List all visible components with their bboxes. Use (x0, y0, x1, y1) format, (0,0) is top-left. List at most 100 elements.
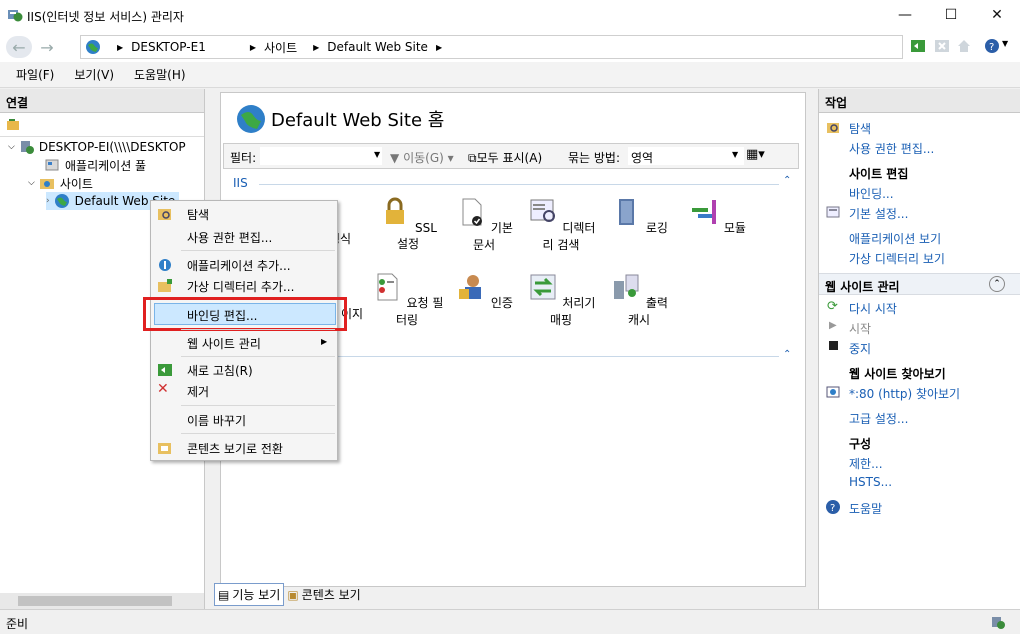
stop-icon[interactable] (934, 38, 950, 54)
connections-toolbar (0, 113, 204, 137)
breadcrumb-site[interactable]: Default Web Site (327, 40, 428, 54)
lock-icon (386, 197, 405, 224)
menu-view[interactable]: 보기(V) (74, 66, 114, 83)
actions-header: 작업 (819, 89, 1020, 113)
action-edit-permissions[interactable]: 사용 권한 편집... (849, 140, 934, 157)
ctx-switch-content-view[interactable]: 콘텐츠 보기로 전환 (187, 440, 283, 457)
ctx-manage-site[interactable]: 웹 사이트 관리 (187, 335, 261, 352)
collapse-icon[interactable]: ⌃ (783, 349, 791, 360)
group-by-select[interactable]: 영역 (628, 147, 744, 165)
collapse-icon[interactable]: ⌃ (989, 276, 1005, 292)
action-view-virtual-directories[interactable]: 가상 디렉터리 보기 (849, 250, 945, 267)
feature-logging[interactable]: 로깅 (604, 196, 674, 236)
request-filter-icon (377, 273, 398, 301)
show-all-button[interactable]: ⧉모두 표시(A) (468, 149, 542, 166)
features-view-icon: ▤ (218, 587, 230, 602)
svg-text:?: ? (989, 42, 994, 53)
chevron-down-icon[interactable]: ▼ (1002, 39, 1008, 48)
go-button[interactable]: ▼ 이동(G) ▾ (390, 149, 454, 166)
ctx-add-application[interactable]: 애플리케이션 추가... (187, 257, 291, 274)
action-explore[interactable]: 탐색 (849, 120, 871, 137)
submenu-arrow-icon: ▶ (321, 337, 328, 346)
ctx-refresh[interactable]: 새로 고침(R) (187, 362, 253, 379)
section-configure: 구성 (849, 437, 872, 451)
view-toggle-icon[interactable]: ▦▾ (746, 147, 765, 162)
action-browse-80[interactable]: *:80 (http) 찾아보기 (849, 385, 960, 402)
minimize-button[interactable]: — (882, 0, 928, 30)
refresh-icon[interactable] (910, 38, 926, 54)
section-browse: 웹 사이트 찾아보기 (849, 367, 946, 381)
menu-separator (181, 329, 335, 330)
address-bar: ← → ▶ DESKTOP-E1 ▶ 사이트 ▶ Default Web Site ▶ … (0, 30, 1020, 62)
chevron-right-icon: ▶ (117, 42, 124, 52)
tab-content-view[interactable]: ▣ 콘텐츠 보기 (284, 583, 363, 606)
ctx-explore[interactable]: 탐색 (187, 206, 209, 223)
output-cache-icon (614, 274, 639, 299)
chevron-down-icon[interactable]: ▼ (732, 150, 738, 159)
ctx-edit-permissions[interactable]: 사용 권한 편집... (187, 229, 272, 246)
chevron-down-icon[interactable]: ⌵ (28, 178, 35, 188)
action-help[interactable]: 도움말 (849, 500, 882, 517)
action-bindings[interactable]: 바인딩... (849, 185, 894, 202)
scrollbar-thumb[interactable] (18, 596, 172, 606)
menu-file[interactable]: 파일(F) (16, 66, 54, 83)
group-by-label: 묶는 방법: (568, 151, 621, 165)
chevron-right-icon[interactable]: › (46, 196, 50, 206)
tree-item-server[interactable]: ⌵ DESKTOP-EI(\\\\DESKTOP (8, 138, 186, 156)
content-view-icon (158, 443, 171, 454)
feature-default-document[interactable]: 기본 문서 (449, 196, 519, 253)
tab-features-view[interactable]: ▤ 기능 보기 (214, 583, 285, 606)
feature-output-caching[interactable]: 출력 캐시 (604, 271, 674, 328)
back-arrow-icon[interactable]: ← (6, 36, 32, 58)
action-hsts[interactable]: HSTS... (849, 475, 892, 489)
restart-icon: ⟳ (827, 299, 838, 314)
collapse-icon[interactable]: ⌃ (783, 175, 791, 186)
explore-icon (827, 123, 839, 133)
menu-help[interactable]: 도움말(H) (134, 66, 186, 83)
action-stop[interactable]: 중지 (849, 340, 871, 357)
stop-square-icon (829, 341, 838, 350)
chevron-down-icon[interactable]: ▼ (374, 150, 380, 159)
section-site-edit: 사이트 편집 (849, 167, 909, 181)
ctx-add-virtual-directory[interactable]: 가상 디렉터리 추가... (187, 278, 294, 295)
menu-separator (181, 433, 335, 434)
close-button[interactable]: ✕ (974, 0, 1020, 30)
breadcrumb-server[interactable]: DESKTOP-E1 (131, 40, 206, 54)
feature-request-filtering[interactable]: 요청 필터링 (369, 271, 445, 328)
log-book-icon (619, 199, 635, 225)
play-icon: ▶ (829, 320, 837, 331)
breadcrumb-sites[interactable]: 사이트 (264, 39, 297, 56)
ctx-remove[interactable]: 제거 (187, 383, 209, 400)
actions-pane: 작업 탐색 사용 권한 편집... 사이트 편집 바인딩... 기본 설정...… (818, 89, 1020, 609)
feature-directory-browsing[interactable]: 디렉터리 검색 (526, 196, 596, 253)
action-advanced-settings[interactable]: 고급 설정... (849, 410, 908, 427)
forward-arrow-icon[interactable]: → (34, 36, 60, 58)
action-view-applications[interactable]: 애플리케이션 보기 (849, 230, 941, 247)
maximize-button[interactable]: ☐ (928, 0, 974, 30)
document-icon (462, 198, 483, 226)
horizontal-scrollbar[interactable] (0, 593, 204, 609)
feature-authentication[interactable]: 인증 (449, 271, 519, 311)
group-divider (259, 184, 779, 185)
ctx-rename[interactable]: 이름 바꾸기 (187, 412, 246, 429)
feature-modules[interactable]: 모듈 (682, 196, 752, 236)
tree-item-sites[interactable]: ⌵ 사이트 (28, 174, 93, 192)
app-pool-icon (45, 159, 59, 171)
annotation-box (143, 297, 347, 331)
help-icon[interactable]: ? (984, 38, 1000, 54)
feature-handler-mappings[interactable]: 처리기 매핑 (526, 271, 596, 328)
feature-ssl[interactable]: SSL 설정 (373, 196, 443, 252)
tree-item-app-pools[interactable]: 애플리케이션 풀 (44, 156, 146, 174)
connect-icon[interactable] (6, 117, 22, 131)
action-start[interactable]: 시작 (849, 320, 871, 337)
home-icon[interactable] (956, 38, 972, 54)
chevron-down-icon[interactable]: ⌵ (8, 142, 15, 152)
action-restart[interactable]: 다시 시작 (849, 300, 897, 317)
browse-icon (826, 386, 840, 398)
filter-input[interactable] (260, 147, 382, 165)
refresh-icon (158, 364, 172, 376)
breadcrumb[interactable]: ▶ DESKTOP-E1 ▶ 사이트 ▶ Default Web Site ▶ (80, 35, 903, 59)
action-basic-settings[interactable]: 기본 설정... (849, 205, 908, 222)
group-header-iis: IIS (233, 176, 248, 190)
action-limits[interactable]: 제한... (849, 455, 883, 472)
